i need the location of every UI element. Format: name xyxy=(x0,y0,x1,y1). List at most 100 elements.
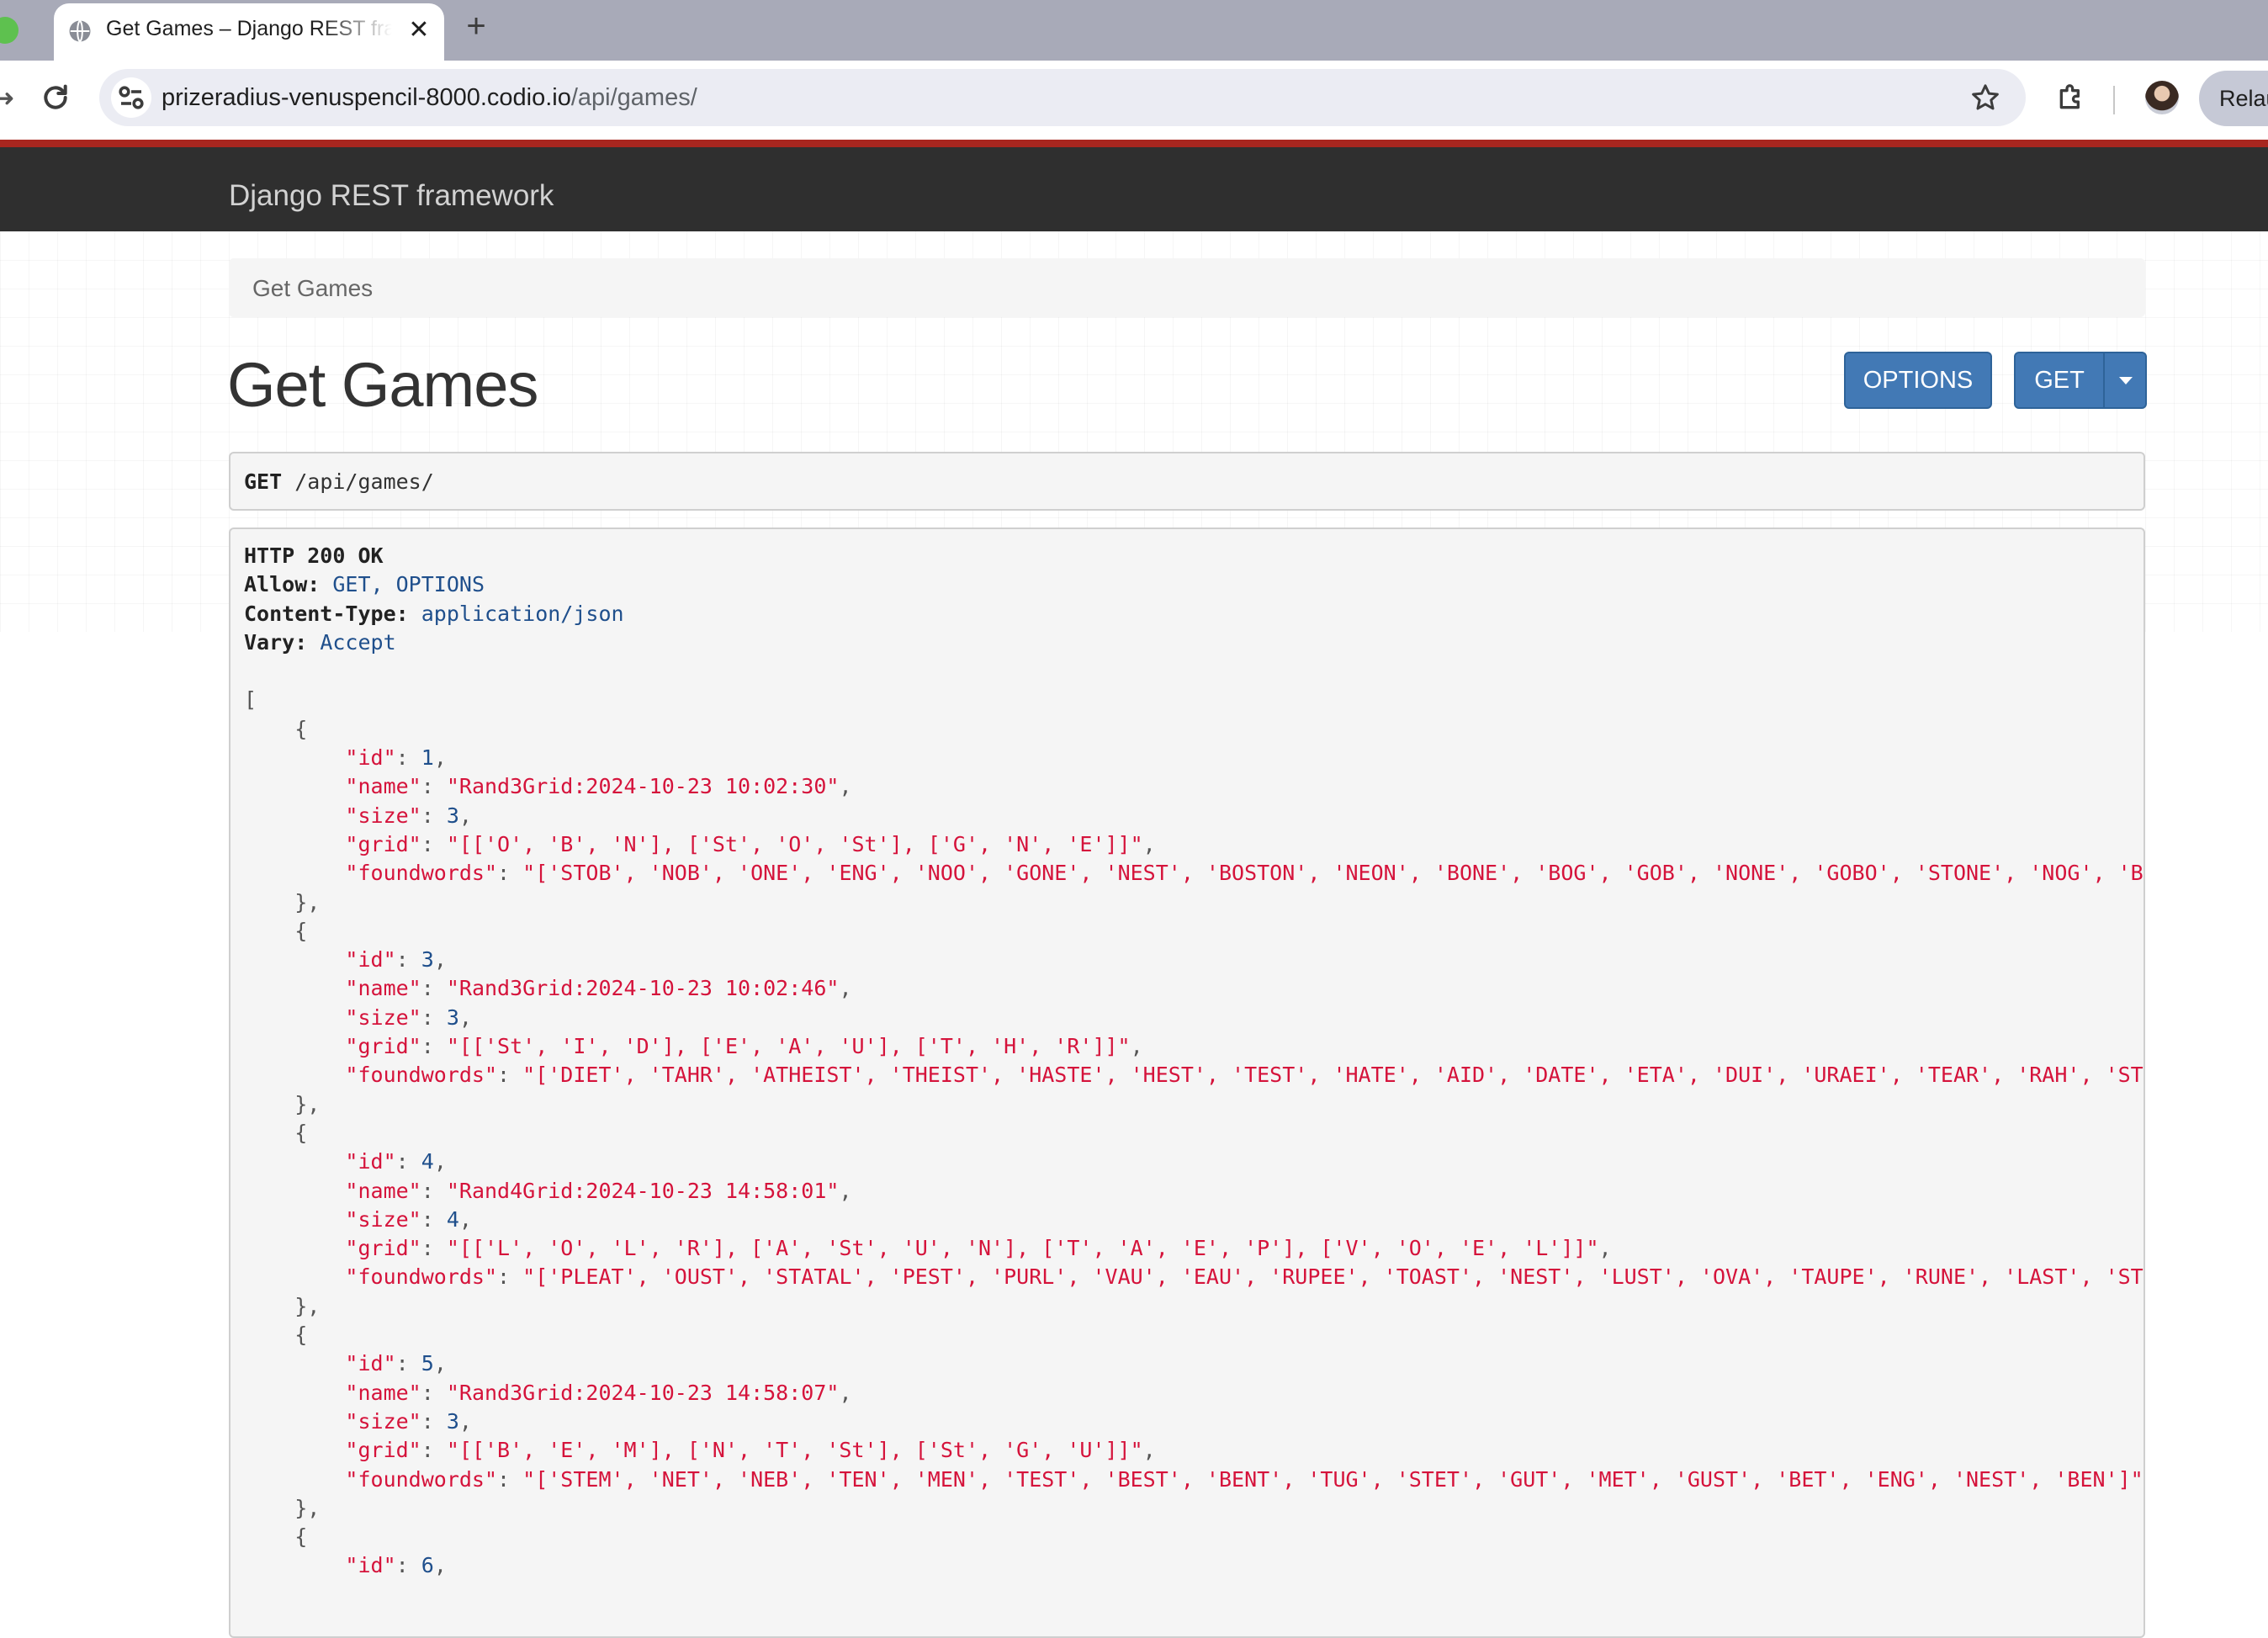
json-comma: , xyxy=(1598,1236,1612,1261)
new-tab-button[interactable]: + xyxy=(461,9,491,43)
relaunch-button[interactable]: Relaunch xyxy=(2199,71,2268,126)
response-header-name: Allow: xyxy=(244,572,321,597)
json-colon: : xyxy=(421,1206,447,1232)
json-field-size: "size": 4, xyxy=(244,1206,2143,1234)
json-comma: , xyxy=(1130,1034,1143,1059)
json-value-size: 3 xyxy=(446,1408,459,1434)
json-key: "name" xyxy=(345,1178,421,1203)
page-content: Get Games Get Games OPTIONS GET GET /api… xyxy=(0,231,2268,1638)
back-arrow-icon[interactable]: ➜ xyxy=(0,84,14,112)
brand-link[interactable]: Django REST framework xyxy=(229,179,554,213)
json-object-close: }, xyxy=(244,1090,2143,1119)
window-maximize-button[interactable] xyxy=(0,17,19,44)
json-value-name: "Rand3Grid:2024-10-23 10:02:30" xyxy=(446,774,840,799)
json-bracket: [ xyxy=(244,687,257,713)
json-colon: : xyxy=(421,1178,447,1203)
get-button[interactable]: GET xyxy=(2014,352,2105,409)
breadcrumb: Get Games xyxy=(229,258,2145,317)
json-brace: }, xyxy=(294,1495,321,1520)
json-field-size: "size": 3, xyxy=(244,1004,2143,1032)
json-key: "size" xyxy=(345,803,421,828)
json-brace: }, xyxy=(294,1293,321,1318)
response-status: HTTP 200 OK xyxy=(244,542,2143,570)
json-colon: : xyxy=(497,1264,523,1290)
json-value-id: 4 xyxy=(421,1149,434,1174)
json-key: "name" xyxy=(345,1380,421,1405)
response-header-line: Allow: GET, OPTIONS xyxy=(244,570,2143,599)
json-field-size: "size": 3, xyxy=(244,802,2143,830)
response-header-line: Vary: Accept xyxy=(244,628,2143,657)
json-value-foundwords: "['PLEAT', 'OUST', 'STATAL', 'PEST', 'PU… xyxy=(522,1264,2145,1290)
json-colon: : xyxy=(421,1380,447,1405)
json-field-name: "name": "Rand4Grid:2024-10-23 14:58:01", xyxy=(244,1177,2143,1206)
json-field-grid: "grid": "[['L', 'O', 'L', 'R'], ['A', 'S… xyxy=(244,1234,2143,1263)
json-colon: : xyxy=(395,745,421,771)
close-tab-icon[interactable]: ✕ xyxy=(404,15,434,45)
json-colon: : xyxy=(421,1438,447,1463)
response-header-name: Content-Type: xyxy=(244,601,409,626)
options-button[interactable]: OPTIONS xyxy=(1844,352,1992,409)
tab-strip: Get Games – Django REST framework ✕ + xyxy=(0,0,2268,61)
json-comma: , xyxy=(433,1553,447,1578)
json-comma: , xyxy=(458,1005,472,1030)
json-comma: , xyxy=(433,1351,447,1376)
json-object-close: }, xyxy=(244,888,2143,917)
json-colon: : xyxy=(421,1236,447,1261)
json-key: "foundwords" xyxy=(345,1063,498,1088)
json-comma: , xyxy=(839,976,852,1001)
json-open: [ xyxy=(244,686,2143,714)
json-colon: : xyxy=(421,774,447,799)
json-brace: }, xyxy=(294,889,321,914)
page-title: Get Games xyxy=(227,350,538,420)
address-bar[interactable]: prizeradius-venuspencil-8000.codio.io/ap… xyxy=(99,69,2026,126)
json-colon: : xyxy=(421,831,447,856)
puzzle-icon[interactable] xyxy=(2054,81,2088,114)
star-icon[interactable] xyxy=(1969,81,2002,114)
breadcrumb-item-active: Get Games xyxy=(252,275,374,301)
request-line: GET /api/games/ xyxy=(244,469,434,494)
json-key: "id" xyxy=(345,1351,396,1376)
json-object-open: { xyxy=(244,1523,2143,1551)
json-object-close: }, xyxy=(244,1292,2143,1321)
json-value-name: "Rand3Grid:2024-10-23 14:58:07" xyxy=(446,1380,840,1405)
json-key: "id" xyxy=(345,947,396,973)
response-body: HTTP 200 OK Allow: GET, OPTIONS Content-Ty… xyxy=(244,542,2145,1581)
json-value-foundwords: "['DIET', 'TAHR', 'ATHEIST', 'THEIST', '… xyxy=(522,1063,2145,1088)
json-object-open: { xyxy=(244,715,2143,744)
json-key: "name" xyxy=(345,976,421,1001)
json-field-id: "id": 1, xyxy=(244,744,2143,772)
get-format-dropdown-button[interactable] xyxy=(2103,352,2147,409)
json-key: "id" xyxy=(345,745,396,771)
json-comma: , xyxy=(458,1206,472,1232)
json-comma: , xyxy=(458,803,472,828)
response-header-name: Vary: xyxy=(244,629,308,655)
json-comma: , xyxy=(433,745,447,771)
json-object-close: }, xyxy=(244,1494,2143,1523)
json-key: "foundwords" xyxy=(345,1264,498,1290)
json-key: "foundwords" xyxy=(345,1466,498,1492)
browser-tab[interactable]: Get Games – Django REST framework ✕ xyxy=(54,3,444,61)
json-value-name: "Rand3Grid:2024-10-23 10:02:46" xyxy=(446,976,840,1001)
profile-avatar[interactable] xyxy=(2145,81,2179,114)
json-value-foundwords: "['STEM', 'NET', 'NEB', 'TEN', 'MEN', 'T… xyxy=(522,1466,2143,1492)
json-field-size: "size": 3, xyxy=(244,1407,2143,1436)
json-field-name: "name": "Rand3Grid:2024-10-23 14:58:07", xyxy=(244,1379,2143,1407)
toolbar-divider xyxy=(2113,86,2115,114)
json-comma: , xyxy=(839,774,852,799)
json-field-id: "id": 5, xyxy=(244,1349,2143,1378)
json-brace: }, xyxy=(294,1091,321,1116)
json-key: "grid" xyxy=(345,1438,421,1463)
json-value-grid: "[['St', 'I', 'D'], ['E', 'A', 'U'], ['T… xyxy=(446,1034,1131,1059)
site-info-button[interactable] xyxy=(111,77,151,118)
json-object-open: { xyxy=(244,1119,2143,1148)
json-key: "grid" xyxy=(345,1034,421,1059)
json-key: "grid" xyxy=(345,1236,421,1261)
response-header-value: application/json xyxy=(421,601,624,626)
reload-icon[interactable] xyxy=(39,81,72,114)
json-comma: , xyxy=(1142,1438,1156,1463)
json-value-size: 3 xyxy=(446,803,459,828)
request-path: /api/games/ xyxy=(294,469,434,494)
json-colon: : xyxy=(497,1063,523,1088)
json-comma: , xyxy=(433,1149,447,1174)
